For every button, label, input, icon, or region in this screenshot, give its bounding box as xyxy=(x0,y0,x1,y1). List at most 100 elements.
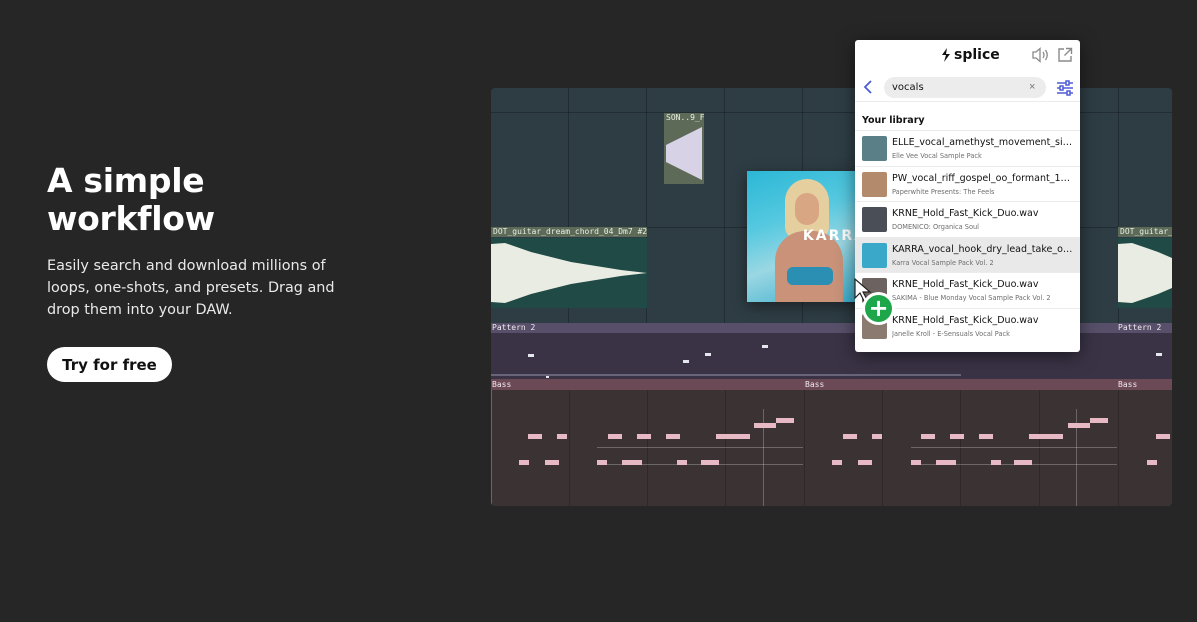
bass-note xyxy=(1156,434,1170,439)
hero-description: Easily search and download millions of l… xyxy=(47,255,367,321)
bass-note xyxy=(832,460,842,465)
bar-line xyxy=(491,390,492,506)
bass-note xyxy=(597,460,607,465)
bass-note xyxy=(637,434,651,439)
bar-line xyxy=(1118,390,1119,506)
bass-note xyxy=(557,434,567,439)
pattern-note xyxy=(1156,353,1162,356)
sample-thumbnail xyxy=(862,171,887,197)
bass-note xyxy=(1014,460,1032,465)
sample-row[interactable]: PW_vocal_riff_gospel_oo_formant_110... P… xyxy=(855,165,1080,202)
pattern-scroll-line xyxy=(491,374,961,376)
bass-note xyxy=(528,434,542,439)
waveform-graphic xyxy=(666,127,702,180)
clip-small-header[interactable]: SON..9_F xyxy=(664,113,704,123)
sample-name: KARRA_vocal_hook_dry_lead_take_on... xyxy=(892,243,1074,255)
search-row: × xyxy=(855,74,1080,102)
bass-note xyxy=(776,418,794,423)
waveform-graphic xyxy=(491,243,647,303)
pattern-label: Pattern 2 xyxy=(492,323,536,332)
sample-pack: DOMENICO: Organica Soul xyxy=(892,223,980,231)
bass-note xyxy=(991,460,1001,465)
bass-note xyxy=(979,434,993,439)
sample-name: KRNE_Hold_Fast_Kick_Duo.wav xyxy=(892,279,1039,290)
sample-thumbnail xyxy=(862,242,887,268)
bass-note xyxy=(666,434,680,439)
sample-thumbnail xyxy=(862,136,887,161)
hero-section: A simple workflow Easily search and down… xyxy=(47,162,367,321)
bass-track-header xyxy=(491,379,1172,390)
description-line-2: loops, one-shots, and presets. Drag and xyxy=(47,280,335,296)
bass-note xyxy=(950,434,964,439)
clip-guitar-header[interactable]: DOT_guitar_dream_chord_04_Dm7 #2 xyxy=(491,227,647,237)
automation-line xyxy=(911,447,1117,448)
bass-note xyxy=(519,460,529,465)
back-chevron-icon[interactable] xyxy=(861,78,877,96)
pattern-label-right: Pattern 2 xyxy=(1118,323,1162,332)
sample-name: KRNE_Hold_Fast_Kick_Duo.wav xyxy=(892,314,1039,326)
bass-note xyxy=(701,460,719,465)
bass-note xyxy=(1147,460,1157,465)
bass-note xyxy=(677,460,687,465)
bar-line xyxy=(725,390,726,506)
title-line-1: A simple xyxy=(47,161,205,200)
clip-small-waveform[interactable] xyxy=(664,123,704,184)
bass-note xyxy=(754,423,776,428)
pattern-note xyxy=(683,360,689,363)
sample-pack: Paperwhite Presents: The Feels xyxy=(892,187,995,196)
sample-row[interactable]: KRNE_Hold_Fast_Kick_Duo.wav DOMENICO: Or… xyxy=(855,201,1080,237)
add-drop-badge: + xyxy=(862,292,895,325)
sample-pack: Janelle Kroll - E-Sensuals Vocal Pack xyxy=(892,329,1010,338)
title-line-2: workflow xyxy=(47,199,215,238)
try-for-free-button[interactable]: Try for free xyxy=(47,347,172,382)
external-link-icon[interactable] xyxy=(1057,47,1073,63)
search-input[interactable] xyxy=(884,77,1046,98)
sample-row-selected[interactable]: KARRA_vocal_hook_dry_lead_take_on... Kar… xyxy=(855,236,1080,272)
sample-name: KRNE_Hold_Fast_Kick_Duo.wav xyxy=(892,208,1039,219)
bass-note xyxy=(911,460,921,465)
bass-note xyxy=(858,460,872,465)
waveform-graphic xyxy=(1118,243,1172,303)
sample-name: ELLE_vocal_amethyst_movement_sing... xyxy=(892,137,1074,148)
bar-line xyxy=(882,390,883,506)
sample-thumbnail xyxy=(862,207,887,232)
clear-search-icon[interactable]: × xyxy=(1029,81,1039,93)
splice-logo-text: splice xyxy=(954,47,1000,63)
grid-line xyxy=(724,88,725,323)
clip-guitar-right-header[interactable]: DOT_guitar_ xyxy=(1118,227,1172,237)
bass-note xyxy=(872,434,882,439)
clip-guitar-right-waveform[interactable] xyxy=(1118,238,1172,308)
bass-note xyxy=(716,434,750,439)
clip-guitar-waveform[interactable] xyxy=(491,238,647,308)
sample-pack: Elle Vee Vocal Sample Pack xyxy=(892,152,982,160)
bar-line xyxy=(804,390,805,506)
sample-pack: Karra Vocal Sample Pack Vol. 2 xyxy=(892,258,994,267)
cover-art-shape xyxy=(787,267,833,285)
bass-note xyxy=(1068,423,1090,428)
bar-line xyxy=(1039,390,1040,506)
bass-note xyxy=(843,434,857,439)
page-title: A simple workflow xyxy=(47,162,367,238)
bass-track[interactable]: Bass Bass Bass xyxy=(491,379,1172,506)
bass-label-right: Bass xyxy=(1118,380,1138,389)
description-line-1: Easily search and download millions of xyxy=(47,258,326,274)
bar-line xyxy=(960,390,961,506)
bass-note xyxy=(608,434,622,439)
your-library-heading: Your library xyxy=(862,115,925,126)
automation-line xyxy=(597,447,803,448)
filter-sliders-icon[interactable] xyxy=(1055,79,1075,97)
pattern-note xyxy=(762,345,768,348)
bar-line xyxy=(647,390,648,506)
sample-name: PW_vocal_riff_gospel_oo_formant_110... xyxy=(892,172,1074,184)
description-line-3: drop them into your DAW. xyxy=(47,302,233,318)
bass-note xyxy=(545,460,559,465)
cover-art-shape xyxy=(795,193,819,225)
bass-note xyxy=(921,434,935,439)
bar-line xyxy=(569,390,570,506)
bass-note xyxy=(1029,434,1063,439)
bass-label-mid: Bass xyxy=(805,380,825,389)
bass-note xyxy=(936,460,956,465)
pattern-note xyxy=(705,353,711,356)
sample-row[interactable]: ELLE_vocal_amethyst_movement_sing... Ell… xyxy=(855,130,1080,166)
speaker-icon[interactable] xyxy=(1032,47,1048,63)
